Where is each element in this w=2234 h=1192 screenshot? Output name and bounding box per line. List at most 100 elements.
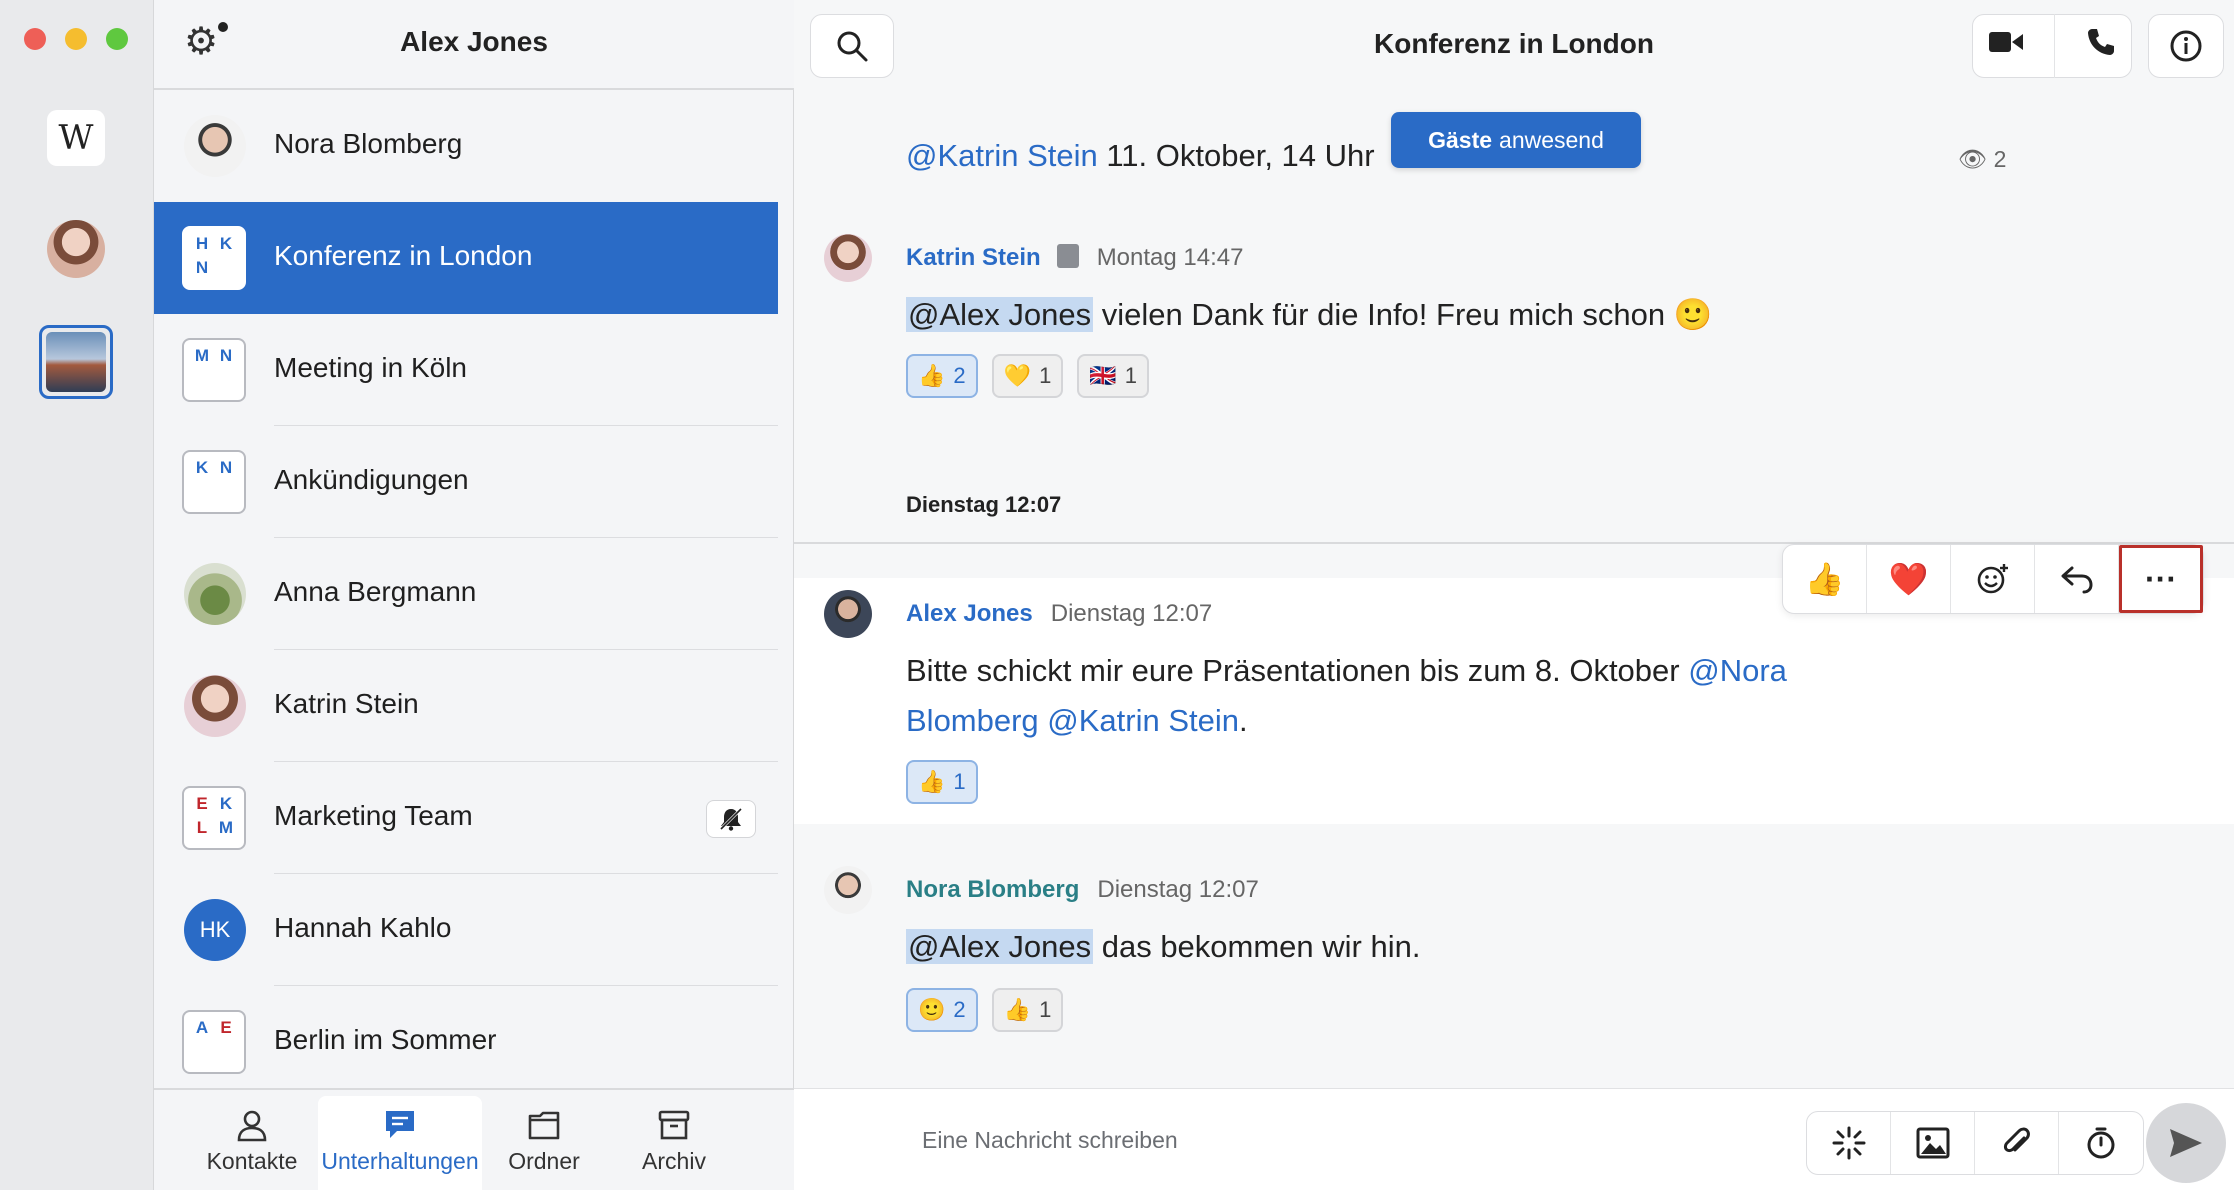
timed-message-button[interactable] bbox=[2059, 1112, 2143, 1174]
send-button[interactable] bbox=[2146, 1103, 2226, 1183]
group-initial: K bbox=[195, 458, 209, 477]
mention-link[interactable]: @Katrin Stein bbox=[906, 138, 1098, 173]
guests-present-banner: Gäste anwesend bbox=[1391, 112, 1641, 168]
reaction-chip[interactable]: 🙂 2 bbox=[906, 988, 978, 1032]
app-logo-icon[interactable]: W bbox=[47, 110, 105, 166]
message-body: . bbox=[1239, 703, 1248, 738]
selected-team-avatar[interactable] bbox=[39, 325, 113, 399]
add-emoji-button[interactable] bbox=[1951, 545, 2035, 613]
heart-reaction-button[interactable]: ❤️ bbox=[1867, 545, 1951, 613]
user-name-title: Alex Jones bbox=[400, 26, 548, 57]
attachment-button[interactable] bbox=[1975, 1112, 2059, 1174]
reaction-chip[interactable]: 🇬🇧 1 bbox=[1077, 354, 1149, 398]
conversation-item[interactable]: Nora Blomberg bbox=[154, 90, 794, 202]
message-text: @Alex Jones vielen Dank für die Info! Fr… bbox=[906, 290, 1712, 340]
phone-call-icon[interactable] bbox=[2086, 27, 2116, 65]
reaction-chip[interactable]: 💛 1 bbox=[991, 354, 1064, 398]
video-call-icon[interactable] bbox=[1988, 29, 2024, 63]
timer-icon bbox=[2087, 1127, 2115, 1159]
reaction-emoji: 🇬🇧 bbox=[1089, 363, 1117, 388]
group-initial: N bbox=[219, 458, 233, 477]
reaction-count: 1 bbox=[953, 769, 966, 794]
conversation-name: Meeting in Köln bbox=[274, 352, 468, 383]
emoji-add-icon bbox=[1977, 564, 2008, 594]
thumbs-up-reaction-button[interactable]: 👍 bbox=[1783, 545, 1867, 613]
mention-link[interactable]: @Nora bbox=[1688, 653, 1787, 688]
mention-highlight[interactable]: @Alex Jones bbox=[906, 297, 1094, 332]
minimize-window-button[interactable] bbox=[65, 28, 87, 50]
reply-icon bbox=[2061, 566, 2093, 594]
group-initial: M bbox=[218, 818, 234, 837]
guests-label: Gäste bbox=[1428, 126, 1493, 153]
mention-link[interactable]: Blomberg @Katrin Stein bbox=[906, 703, 1239, 738]
conversation-item[interactable]: Katrin Stein bbox=[154, 650, 794, 762]
contact-card-icon bbox=[1056, 244, 1079, 268]
message-body: das bekommen wir hin. bbox=[1093, 929, 1421, 964]
conversation-item[interactable]: E K L M Marketing Team bbox=[154, 762, 794, 874]
group-avatar-tile: EKLM bbox=[182, 786, 246, 850]
group-initial: K bbox=[219, 794, 233, 813]
avatar[interactable] bbox=[824, 590, 872, 638]
conversation-name: Ankündigungen bbox=[274, 464, 469, 495]
reactions-row: 🙂 2 👍 1 bbox=[906, 988, 1064, 1032]
reaction-chip[interactable]: 👍 1 bbox=[991, 988, 1064, 1032]
account-avatar[interactable] bbox=[47, 220, 105, 278]
info-button[interactable] bbox=[2148, 14, 2224, 78]
tab-label: Ordner bbox=[508, 1148, 580, 1174]
tab-archiv[interactable]: Archiv bbox=[592, 1096, 756, 1192]
reaction-count: 1 bbox=[1039, 363, 1052, 388]
folder-icon bbox=[526, 1108, 562, 1144]
seen-indicator: 👁 2 bbox=[1958, 146, 2006, 173]
image-upload-button[interactable] bbox=[1891, 1112, 1975, 1174]
group-avatar-tile: KN bbox=[182, 450, 246, 514]
message-time: Dienstag 12:07 bbox=[1050, 600, 1213, 627]
reaction-count: 1 bbox=[1124, 363, 1137, 388]
conversation-name: Katrin Stein bbox=[274, 688, 419, 719]
conversation-name: Nora Blomberg bbox=[274, 128, 463, 159]
reaction-count: 2 bbox=[953, 997, 966, 1022]
conversation-item[interactable]: A E Berlin im Sommer bbox=[154, 986, 794, 1098]
close-window-button[interactable] bbox=[24, 28, 46, 50]
tab-unterhaltungen[interactable]: Unterhaltungen bbox=[318, 1096, 482, 1192]
paperclip-icon bbox=[2003, 1127, 2030, 1153]
present-label: anwesend bbox=[1499, 126, 1604, 153]
chat-header: Konferenz in London bbox=[794, 0, 2234, 90]
conversations-panel: ⚙ Alex Jones Nora Blomberg H K N Konferenz i… bbox=[154, 0, 794, 1192]
message-text: Bitte schickt mir eure Präsentationen bi… bbox=[906, 646, 1787, 746]
reaction-emoji: 👍 bbox=[918, 363, 946, 388]
avatar[interactable] bbox=[824, 866, 872, 914]
reaction-chip[interactable]: 👍 1 bbox=[906, 760, 978, 804]
reply-button[interactable] bbox=[2035, 545, 2119, 613]
tab-kontakte[interactable]: Kontakte bbox=[170, 1096, 334, 1192]
conversation-item[interactable]: K N Ankündigungen bbox=[154, 426, 794, 538]
zoom-window-button[interactable] bbox=[106, 28, 128, 50]
seen-count: 2 bbox=[1993, 146, 2007, 172]
message-author[interactable]: Nora Blomberg bbox=[906, 876, 1079, 903]
group-avatar-tile: AE bbox=[182, 1010, 246, 1074]
conversation-item[interactable]: M N Meeting in Köln bbox=[154, 314, 794, 426]
message-input[interactable]: Eine Nachricht schreiben bbox=[922, 1127, 1178, 1154]
conversation-item[interactable]: Anna Bergmann bbox=[154, 538, 794, 650]
conversation-item[interactable]: HK Hannah Kahlo bbox=[154, 874, 794, 986]
message-body: Bitte schickt mir eure Präsentationen bi… bbox=[906, 653, 1689, 688]
group-initial: N bbox=[195, 258, 209, 277]
previous-message-text: @Katrin Stein 11. Oktober, 14 Uhr bbox=[906, 138, 1375, 174]
conversation-item[interactable]: H K N Konferenz in London bbox=[154, 202, 778, 314]
mention-highlight[interactable]: @Alex Jones bbox=[906, 929, 1094, 964]
giphy-button[interactable] bbox=[1807, 1112, 1891, 1174]
group-initial: L bbox=[196, 818, 208, 837]
avatar bbox=[184, 115, 246, 177]
muted-bell-icon bbox=[706, 800, 756, 838]
more-options-button[interactable]: ··· bbox=[2119, 545, 2203, 613]
divider bbox=[2054, 14, 2056, 78]
avatar[interactable] bbox=[824, 234, 872, 282]
message-author[interactable]: Alex Jones bbox=[906, 600, 1033, 627]
accounts-rail: W bbox=[0, 0, 154, 1190]
group-avatar-tile: HKN bbox=[182, 226, 246, 290]
reaction-emoji: 👍 bbox=[1003, 997, 1032, 1022]
team-image bbox=[46, 332, 106, 392]
tab-label: Archiv bbox=[642, 1148, 706, 1174]
reaction-chip[interactable]: 👍 2 bbox=[906, 354, 978, 398]
avatar bbox=[184, 563, 246, 625]
message-author[interactable]: Katrin Stein bbox=[906, 244, 1041, 271]
